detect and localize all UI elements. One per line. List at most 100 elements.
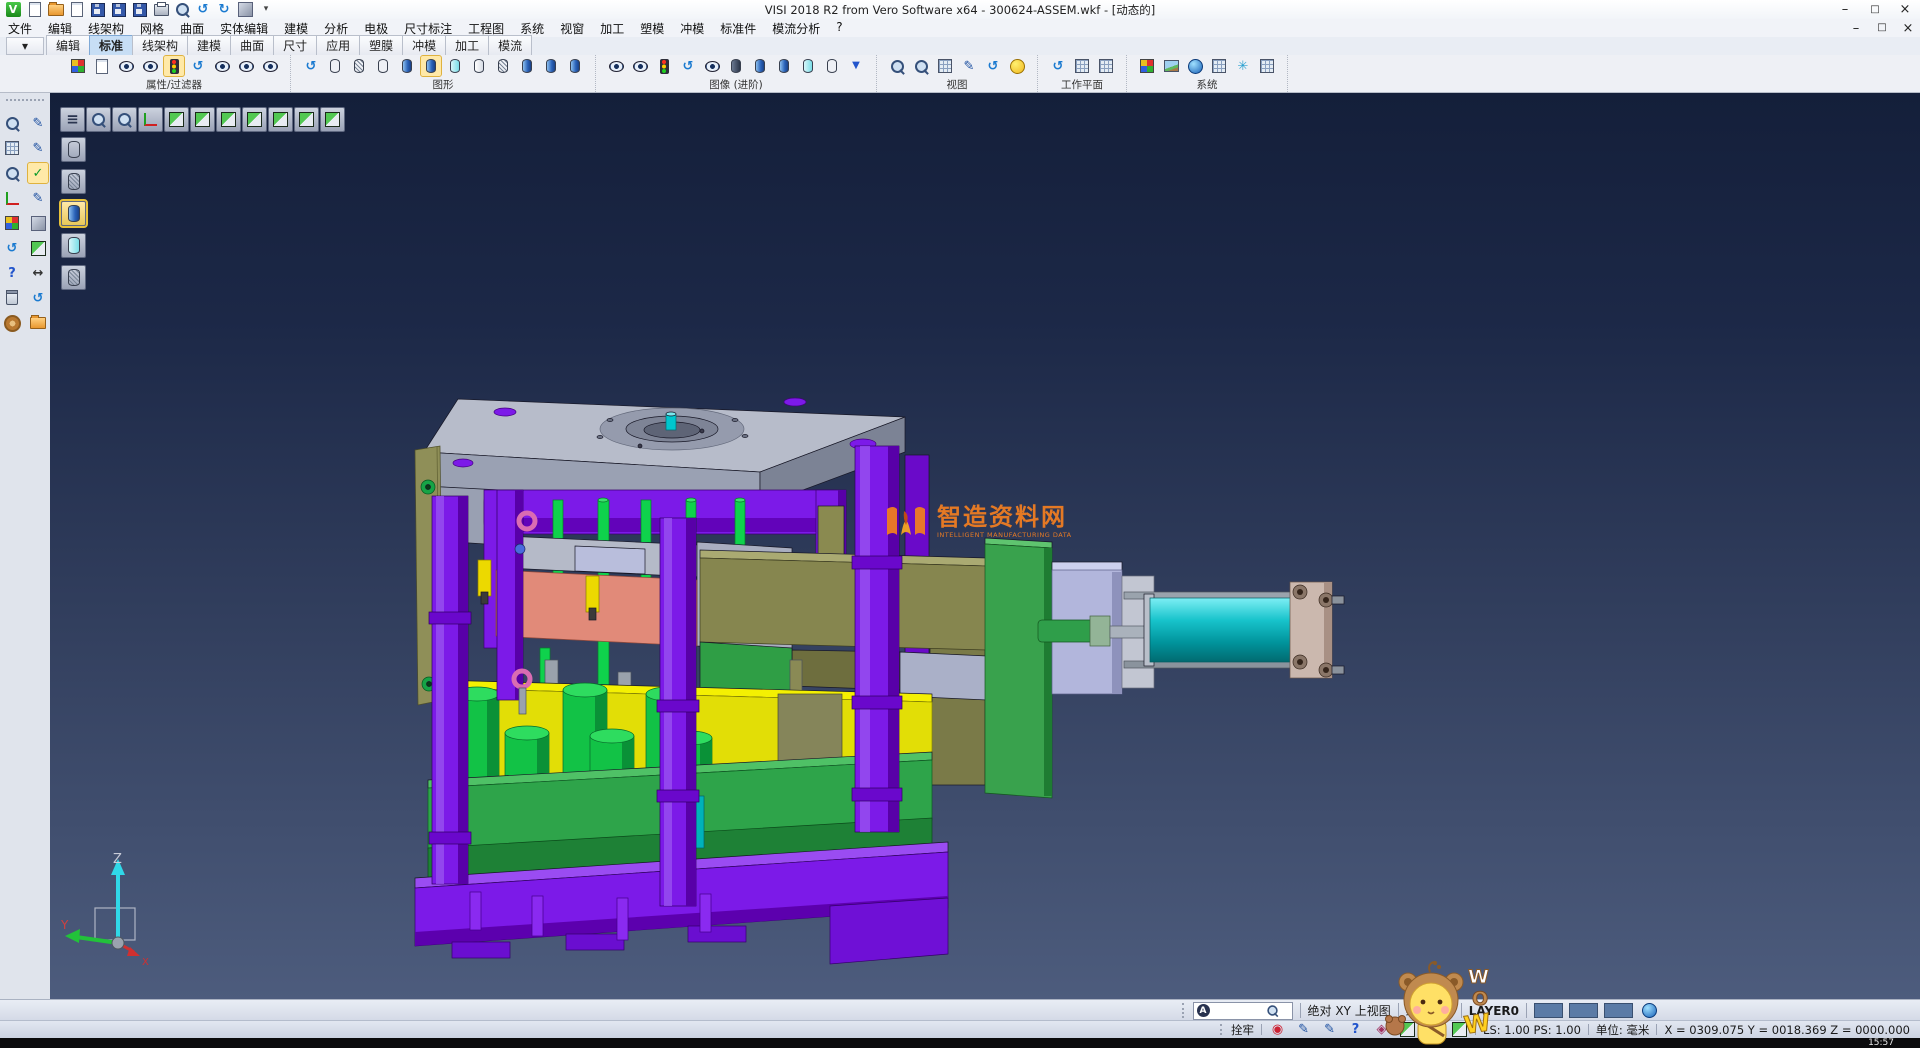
shading-semitransparent-cylinder-button[interactable] [61, 233, 86, 258]
menu-item-10[interactable]: 工程图 [460, 20, 512, 37]
menu-item-1[interactable]: 编辑 [40, 20, 80, 37]
barrel-dark-blue-icon[interactable] [726, 56, 746, 76]
tab-3[interactable]: 建模 [187, 35, 231, 55]
cylinder-settings-wrench-icon[interactable] [565, 56, 585, 76]
attributes-document-copy-icon[interactable] [92, 56, 112, 76]
help-question-icon[interactable]: ? [2, 263, 22, 283]
eye-wireframe-add-icon[interactable] [606, 56, 626, 76]
zoom-magnifier-fly-button[interactable] [112, 107, 137, 132]
lock-toggle-label[interactable]: 拴牢 [1231, 1022, 1254, 1038]
eye-toggle-plusminus-icon[interactable] [212, 56, 232, 76]
eye-attributes-advanced-icon[interactable] [630, 56, 650, 76]
viewport-menu-hamburger-button[interactable]: ≡ [60, 107, 85, 132]
open-folder-icon[interactable] [47, 2, 65, 18]
menu-item-11[interactable]: 系统 [512, 20, 552, 37]
save-all-floppy-icon[interactable] [131, 2, 149, 18]
system-table-grid-icon[interactable] [1209, 56, 1229, 76]
cylinder-copy-green-icon[interactable] [517, 56, 537, 76]
view-smiley-face-icon[interactable] [1007, 56, 1027, 76]
tab-10[interactable]: 模流 [488, 35, 532, 55]
menu-item-0[interactable]: 文件 [0, 20, 40, 37]
open-folder-document-icon[interactable] [28, 313, 48, 333]
import-document-icon[interactable] [68, 2, 86, 18]
confirm-check-green-icon[interactable]: ✓ [28, 163, 48, 183]
mdi-minimize-icon[interactable]: – [1848, 21, 1864, 35]
help-blue-icon[interactable]: ? [1347, 1022, 1364, 1037]
save-floppy-icon[interactable] [89, 2, 107, 18]
menu-item-3[interactable]: 网格 [132, 20, 172, 37]
olive-stripper-block[interactable] [700, 550, 987, 700]
zoom-dynamic-magnifier-icon[interactable] [2, 163, 22, 183]
eye-hide-entities-icon[interactable] [140, 56, 160, 76]
view-workplane-grid-icon[interactable] [935, 56, 955, 76]
redo-blue-icon[interactable]: ↻ [215, 2, 233, 18]
undo-blue-icon[interactable]: ↺ [194, 2, 212, 18]
cylinder-paste-blue-icon[interactable] [541, 56, 561, 76]
cylinder-check-green-icon[interactable] [774, 56, 794, 76]
wand-purple-icon[interactable]: ✎ [1295, 1022, 1312, 1037]
cylinder-hidden-line-icon[interactable] [349, 56, 369, 76]
globe-icon[interactable] [1639, 1001, 1659, 1021]
workplane-grid-table-icon[interactable] [1096, 56, 1116, 76]
attributes-paintbrush-icon[interactable] [68, 56, 88, 76]
search-box[interactable]: A [1193, 1002, 1293, 1020]
cylinder-dotted-wire-icon[interactable] [373, 56, 393, 76]
cube-view-bottom-button[interactable] [190, 107, 215, 132]
cylinder-shaded-blue-icon[interactable] [397, 56, 417, 76]
axis-orientation-icon[interactable] [2, 188, 22, 208]
measure-distance-icon[interactable]: ↔ [28, 263, 48, 283]
chisel-pencil-gold-icon[interactable]: ✎ [1321, 1022, 1338, 1037]
arrow-blue-solid-icon[interactable]: ▼ [846, 56, 866, 76]
shading-hatched-cylinder-button[interactable] [61, 265, 86, 290]
search-icon[interactable] [1267, 1005, 1277, 1015]
eye-plus-minus-advanced-icon[interactable] [702, 56, 722, 76]
cube-view-left-button[interactable] [216, 107, 241, 132]
preview-magnifier-icon[interactable] [173, 2, 191, 18]
cylinder-transparent-blue-icon[interactable] [798, 56, 818, 76]
select-rectangle-grid-icon[interactable] [2, 138, 22, 158]
save-as-floppy-icon[interactable] [110, 2, 128, 18]
search-scope-badge[interactable]: A [1197, 1004, 1210, 1017]
print-icon[interactable] [152, 2, 170, 18]
tab-6[interactable]: 应用 [316, 35, 360, 55]
workplane-align-table-icon[interactable] [1072, 56, 1092, 76]
3d-viewport[interactable]: ≡ 智造资料网 INTELLIGENT MANUFACTURING DATA Z [50, 93, 1920, 1000]
eye-show-entities-icon[interactable] [116, 56, 136, 76]
axis-triad-small-button[interactable] [138, 107, 163, 132]
traffic-light-advanced-icon[interactable] [654, 56, 674, 76]
menu-item-4[interactable]: 曲面 [172, 20, 212, 37]
cube-view-iso-button[interactable] [320, 107, 345, 132]
3d-model-assembly[interactable] [50, 93, 1920, 1000]
shading-hidden-cylinder-button[interactable] [61, 169, 86, 194]
refresh-visibility-icon[interactable]: ↺ [188, 56, 208, 76]
tab-0[interactable]: 编辑 [46, 35, 90, 55]
cylinder-flat-white-icon[interactable] [469, 56, 489, 76]
menu-item-9[interactable]: 尺寸标注 [396, 20, 460, 37]
menu-item-13[interactable]: 加工 [592, 20, 632, 37]
tab-9[interactable]: 加工 [445, 35, 489, 55]
cylinder-transparent-cyan-icon[interactable] [445, 56, 465, 76]
view-magnifier-gray-icon[interactable] [887, 56, 907, 76]
cylinder-shaded-edges-icon[interactable] [421, 56, 441, 76]
shading-shaded-cylinder-button[interactable] [61, 201, 86, 226]
system-inclined-plane-icon[interactable] [1257, 56, 1277, 76]
select-magnifier-icon[interactable] [2, 113, 22, 133]
menu-item-2[interactable]: 线架构 [80, 20, 132, 37]
tab-4[interactable]: 曲面 [230, 35, 274, 55]
color-swatch-2[interactable] [1569, 1003, 1598, 1018]
cube-view-back-button[interactable] [294, 107, 319, 132]
system-globe-icon[interactable] [1185, 56, 1205, 76]
search-input[interactable] [1213, 1005, 1263, 1017]
modify-pencil-icon[interactable]: ✎ [28, 113, 48, 133]
recycle-green-icon[interactable]: ↺ [678, 56, 698, 76]
window-maximize-icon[interactable]: □ [1860, 0, 1890, 19]
eye-add-green-icon[interactable] [236, 56, 256, 76]
regen-refresh-icon[interactable]: ↺ [2, 238, 22, 258]
window-minimize-icon[interactable]: – [1830, 0, 1860, 19]
refresh-graphics-icon[interactable]: ↺ [301, 56, 321, 76]
navigation-wheel-icon[interactable] [2, 313, 22, 333]
menu-item-12[interactable]: 视窗 [552, 20, 592, 37]
tab-8[interactable]: 冲模 [402, 35, 446, 55]
tab-1[interactable]: 标准 [89, 35, 133, 55]
new-document-icon[interactable] [26, 2, 44, 18]
